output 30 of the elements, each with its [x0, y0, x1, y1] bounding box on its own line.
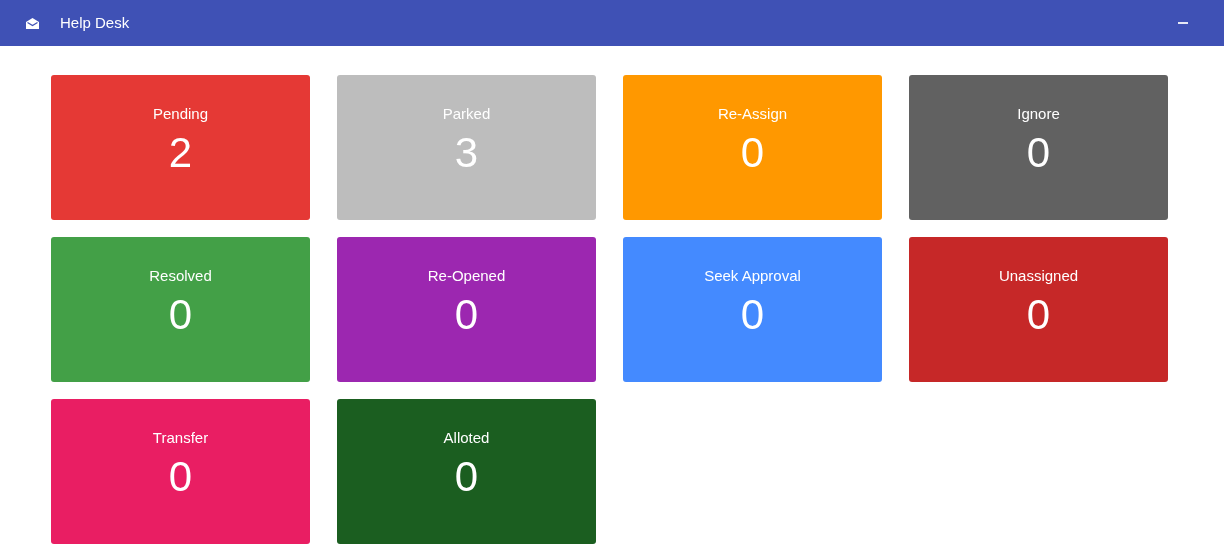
- tile-count: 0: [454, 291, 479, 339]
- status-tile[interactable]: Alloted 0: [337, 399, 596, 544]
- tile-label: Resolved: [149, 267, 212, 285]
- tile-count: 0: [740, 129, 765, 177]
- envelope-icon: [26, 17, 39, 29]
- tile-count: 2: [168, 129, 193, 177]
- tile-count: 0: [1026, 129, 1051, 177]
- tile-label: Re-Opened: [427, 267, 506, 285]
- status-tile[interactable]: Pending 2: [51, 75, 310, 220]
- status-tile[interactable]: Transfer 0: [51, 399, 310, 544]
- tile-label: Unassigned: [998, 267, 1079, 285]
- tile-count: 0: [740, 291, 765, 339]
- tile-label: Alloted: [443, 429, 490, 447]
- tile-count: 0: [168, 291, 193, 339]
- status-tile[interactable]: Ignore 0: [909, 75, 1168, 220]
- tile-label: Transfer: [152, 429, 209, 447]
- status-tile[interactable]: Seek Approval 0: [623, 237, 882, 382]
- tile-label: Seek Approval: [704, 267, 801, 285]
- tile-label: Re-Assign: [717, 105, 788, 123]
- tile-label: Ignore: [1017, 105, 1060, 123]
- tile-label: Parked: [442, 105, 491, 123]
- tile-count: 3: [454, 129, 479, 177]
- tile-count: 0: [454, 453, 479, 501]
- tile-count: 0: [168, 453, 193, 501]
- status-tile[interactable]: Re-Opened 0: [337, 237, 596, 382]
- window-title: Help Desk: [60, 12, 130, 33]
- status-tile[interactable]: Unassigned 0: [909, 237, 1168, 382]
- tile-count: 0: [1026, 291, 1051, 339]
- status-tile[interactable]: Resolved 0: [51, 237, 310, 382]
- tile-label: Pending: [152, 105, 209, 123]
